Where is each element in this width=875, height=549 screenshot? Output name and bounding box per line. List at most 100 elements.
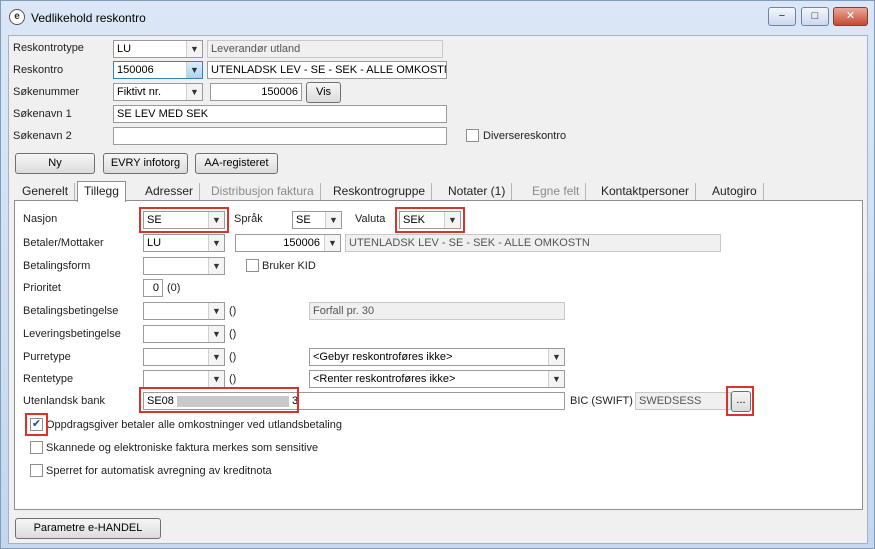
tab-generelt[interactable]: Generelt [16, 183, 76, 201]
bic-label: BIC (SWIFT) [570, 395, 633, 407]
maximize-button[interactable]: □ [801, 7, 829, 26]
betaler-type-select[interactable]: LU ▼ [143, 234, 225, 252]
leveringsbetingelse-select[interactable]: ▼ [143, 325, 225, 343]
sokenavn2-input[interactable] [113, 127, 447, 145]
window-title: Vedlikehold reskontro [31, 11, 146, 25]
sokenavn1-label: Søkenavn 1 [13, 108, 72, 120]
rentetype-option-select[interactable]: <Renter reskontroføres ikke> ▼ [309, 370, 565, 388]
oppdragsgiver-label: Oppdragsgiver betaler alle omkostninger … [46, 419, 342, 431]
sokenummer-input[interactable]: 150006 [210, 83, 302, 101]
parametre-ehandel-button[interactable]: Parametre e-HANDEL [15, 518, 161, 539]
highlight-utenlandsk-bank [139, 387, 299, 413]
prioritet-label: Prioritet [23, 282, 61, 294]
sperret-avregning-label: Sperret for automatisk avregning av kred… [46, 465, 272, 477]
purretype-option-select[interactable]: <Gebyr reskontroføres ikke> ▼ [309, 348, 565, 366]
evry-infotorg-button[interactable]: EVRY infotorg [103, 153, 188, 174]
reskontro-name-field[interactable]: UTENLADSK LEV - SE - SEK - ALLE OMKOSTN [207, 61, 447, 79]
sokenummer-type-value: Fiktivt nr. [117, 86, 162, 98]
betalingsform-select[interactable]: ▼ [143, 257, 225, 275]
chevron-down-icon: ▼ [208, 349, 224, 365]
betaler-description: UTENLADSK LEV - SE - SEK - ALLE OMKOSTN [345, 234, 721, 252]
reskontrotype-label: Reskontrotype [13, 42, 84, 54]
purretype-label: Purretype [23, 351, 71, 363]
chevron-down-icon: ▼ [548, 371, 564, 387]
tab-kontaktpersoner[interactable]: Kontaktpersoner [595, 183, 697, 201]
betaler-type-value: LU [147, 237, 162, 249]
sprak-select[interactable]: SE ▼ [292, 211, 342, 229]
ny-button[interactable]: Ny [15, 153, 95, 174]
application-window: e Vedlikehold reskontro − □ ✕ Reskontrot… [0, 0, 875, 549]
highlight-valuta [395, 207, 465, 233]
rentetype-select[interactable]: ▼ [143, 370, 225, 388]
nasjon-label: Nasjon [23, 213, 58, 225]
purretype-option-value: <Gebyr reskontroføres ikke> [313, 351, 453, 363]
tab-reskontrogruppe[interactable]: Reskontrogruppe [327, 183, 433, 201]
tab-egne-felt[interactable]: Egne felt [526, 183, 587, 201]
betalingsbetingelse-paren: () [229, 305, 237, 317]
chevron-down-icon: ▼ [186, 84, 202, 100]
vis-button[interactable]: Vis [306, 82, 341, 103]
chevron-down-icon: ▼ [208, 371, 224, 387]
chevron-down-icon: ▼ [208, 235, 224, 251]
sokenummer-label: Søkenummer [13, 86, 80, 98]
sperret-avregning-checkbox[interactable] [30, 464, 43, 477]
chevron-down-icon: ▼ [324, 235, 340, 251]
prioritet-input[interactable]: 0 [143, 279, 163, 297]
bruker-kid-label: Bruker KID [262, 260, 316, 272]
sensitive-faktura-label: Skannede og elektroniske faktura merkes … [46, 442, 319, 454]
reskontro-select[interactable]: 150006 ▼ [113, 61, 203, 79]
utenlandsk-bank-label: Utenlandsk bank [23, 395, 105, 407]
betalingsbetingelse-select[interactable]: ▼ [143, 302, 225, 320]
reskontrotype-select[interactable]: LU ▼ [113, 40, 203, 58]
minimize-button[interactable]: − [768, 7, 796, 26]
chevron-down-icon: ▼ [208, 258, 224, 274]
prioritet-note: (0) [167, 282, 181, 294]
leveringsbetingelse-paren: () [229, 328, 237, 340]
aa-registeret-button[interactable]: AA-registeret [195, 153, 278, 174]
sensitive-faktura-checkbox[interactable] [30, 441, 43, 454]
title-bar[interactable]: e Vedlikehold reskontro − □ ✕ [1, 1, 874, 35]
app-logo-icon: e [9, 9, 25, 25]
betaler-number-select[interactable]: 150006 ▼ [235, 234, 341, 252]
tab-adresser[interactable]: Adresser [139, 183, 201, 201]
betalingsbetingelse-label: Betalingsbetingelse [23, 305, 119, 317]
tab-autogiro[interactable]: Autogiro [706, 183, 764, 201]
betalingsform-label: Betalingsform [23, 260, 91, 272]
sprak-label: Språk [234, 213, 263, 225]
tillegg-panel: Nasjon SE ▼ Språk SE ▼ Valuta SEK ▼ Beta… [14, 200, 863, 510]
tab-tillegg[interactable]: Tillegg [77, 181, 126, 202]
bic-field: SWEDSESS [635, 392, 731, 410]
sokenummer-type-select[interactable]: Fiktivt nr. ▼ [113, 83, 203, 101]
diversereskontro-checkbox[interactable] [466, 129, 479, 142]
tab-notater[interactable]: Notater (1) [442, 183, 513, 201]
chevron-down-icon: ▼ [208, 326, 224, 342]
chevron-down-icon: ▼ [548, 349, 564, 365]
reskontrotype-description: Leverandør utland [207, 40, 443, 58]
leveringsbetingelse-label: Leveringsbetingelse [23, 328, 121, 340]
highlight-oppdragsgiver [25, 413, 48, 436]
bruker-kid-checkbox[interactable] [246, 259, 259, 272]
close-icon: ✕ [845, 10, 856, 22]
diversereskontro-label: Diversereskontro [483, 130, 567, 142]
tab-distribusjon-faktura[interactable]: Distribusjon faktura [205, 183, 321, 201]
sprak-value: SE [296, 214, 311, 226]
rentetype-label: Rentetype [23, 373, 74, 385]
minimize-icon: − [778, 10, 786, 22]
betaler-number-value: 150006 [283, 237, 320, 249]
sokenavn2-label: Søkenavn 2 [13, 130, 72, 142]
maximize-icon: □ [811, 10, 819, 22]
reskontro-label: Reskontro [13, 64, 64, 76]
valuta-label: Valuta [355, 213, 386, 225]
chevron-down-icon: ▼ [186, 41, 202, 57]
betalingsbetingelse-description: Forfall pr. 30 [309, 302, 565, 320]
highlight-nasjon [139, 207, 229, 233]
highlight-bic-button [726, 386, 754, 416]
purretype-select[interactable]: ▼ [143, 348, 225, 366]
client-area: Reskontrotype LU ▼ Leverandør utland Res… [8, 35, 868, 544]
chevron-down-icon: ▼ [208, 303, 224, 319]
chevron-down-icon: ▼ [325, 212, 341, 228]
close-button[interactable]: ✕ [833, 7, 868, 26]
purretype-paren: () [229, 351, 237, 363]
chevron-down-icon: ▼ [186, 62, 202, 78]
sokenavn1-input[interactable]: SE LEV MED SEK [113, 105, 447, 123]
